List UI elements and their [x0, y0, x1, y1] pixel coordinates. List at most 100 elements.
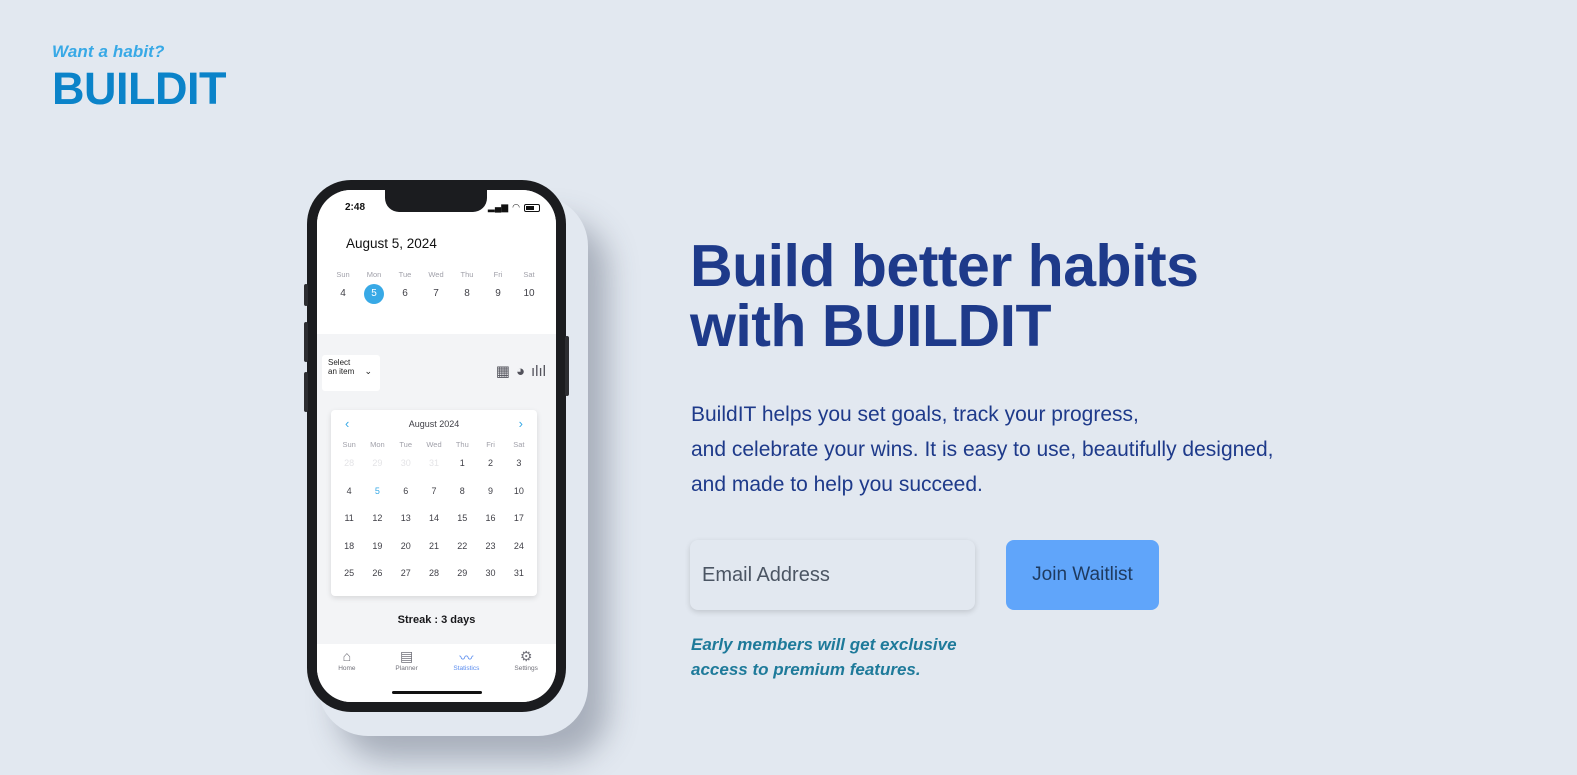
home-indicator	[392, 691, 482, 694]
gear-icon: ⚙	[519, 648, 533, 664]
note-line: Early members will get exclusive	[691, 635, 957, 654]
phone-mockup: August 5, 2024 Sun 4 Mon 5 Tue 6 Wed 7 Thu 8 Fri 9 S…	[304, 180, 569, 712]
calendar-day[interactable]: 23	[476, 537, 504, 565]
join-waitlist-button[interactable]: Join Waitlist	[1006, 540, 1159, 610]
month-calendar: ‹ August 2024 › Sun Mon Tue Wed Thu Fri Sat 28 2…	[331, 410, 537, 596]
week-day-name: Mon	[366, 270, 382, 279]
item-select[interactable]: Select an item ⌄	[322, 355, 380, 391]
week-day-name: Tue	[398, 270, 412, 279]
week-day-number: 4	[340, 288, 346, 299]
calendar-day[interactable]: 29	[363, 454, 391, 482]
signal-icon: ▂▄▆	[487, 202, 509, 212]
week-day-name: Sun	[336, 270, 350, 279]
calendar-day[interactable]: 7	[420, 482, 448, 510]
calendar-day[interactable]: 31	[420, 454, 448, 482]
calendar-day[interactable]: 27	[392, 564, 420, 592]
calendar-day[interactable]: 28	[335, 454, 363, 482]
calendar-grid: Sun Mon Tue Wed Thu Fri Sat 28 29 30 31 1 2 3 4 5 6 7 8 9 10…	[331, 440, 537, 592]
week-strip: Sun 4 Mon 5 Tue 6 Wed 7 Thu 8 Fri 9 Sat 10	[331, 270, 541, 304]
tab-label: Home	[338, 665, 356, 672]
status-icons: ▂▄▆ ◠	[488, 202, 540, 213]
calendar-day[interactable]: 2	[476, 454, 504, 482]
calendar-weekday: Thu	[455, 440, 469, 449]
tab-label: Planner	[395, 665, 418, 672]
hero-title: Build better habits with BUILDIT	[690, 233, 1199, 359]
hero-title-line: Build better habits	[690, 233, 1199, 299]
status-time: 2:48	[345, 202, 366, 213]
hero-desc-line: and celebrate your wins. It is easy to u…	[691, 438, 1274, 461]
date-title: August 5, 2024	[346, 236, 437, 251]
week-day-number: 5	[364, 284, 384, 304]
calendar-day[interactable]: 10	[505, 482, 533, 510]
calendar-day[interactable]: 4	[335, 482, 363, 510]
week-day[interactable]: Sun 4	[331, 270, 355, 304]
week-day[interactable]: Wed 7	[424, 270, 448, 304]
calendar-weekday: Tue	[399, 440, 413, 449]
battery-icon	[524, 203, 540, 212]
tab-label: Settings	[514, 665, 538, 672]
calendar-day[interactable]: 24	[505, 537, 533, 565]
week-day-number: 8	[464, 288, 470, 299]
calendar-day[interactable]: 12	[363, 509, 391, 537]
note-line: access to premium features.	[691, 660, 921, 679]
calendar-day[interactable]: 31	[505, 564, 533, 592]
hero-title-line: with BUILDIT	[690, 293, 1052, 359]
calendar-weekday: Fri	[486, 440, 495, 449]
calendar-day[interactable]: 30	[392, 454, 420, 482]
calendar-icon: ▤	[400, 648, 414, 664]
calendar-day[interactable]: 17	[505, 509, 533, 537]
week-day-name: Wed	[428, 270, 444, 279]
calendar-day[interactable]: 30	[476, 564, 504, 592]
calendar-day[interactable]: 25	[335, 564, 363, 592]
calendar-day[interactable]: 16	[476, 509, 504, 537]
calendar-day[interactable]: 1	[448, 454, 476, 482]
next-month-icon[interactable]: ›	[519, 416, 523, 431]
week-day-name: Thu	[460, 270, 474, 279]
calendar-day[interactable]: 8	[448, 482, 476, 510]
calendar-day[interactable]: 26	[363, 564, 391, 592]
calendar-day[interactable]: 19	[363, 537, 391, 565]
calendar-weekday: Sat	[513, 440, 525, 449]
calendar-day[interactable]: 20	[392, 537, 420, 565]
calendar-day[interactable]: 6	[392, 482, 420, 510]
calendar-day[interactable]: 18	[335, 537, 363, 565]
calendar-weekday: Wed	[426, 440, 442, 449]
calendar-day[interactable]: 11	[335, 509, 363, 537]
view-toggle: ▦ ◕ ılıl	[496, 362, 546, 381]
week-day-number: 9	[495, 288, 501, 299]
week-day-name: Fri	[493, 270, 503, 279]
calendar-day[interactable]: 9	[476, 482, 504, 510]
calendar-month: August 2024	[408, 419, 460, 429]
calendar-day[interactable]: 21	[420, 537, 448, 565]
calendar-day[interactable]: 15	[448, 509, 476, 537]
calendar-day[interactable]: 3	[505, 454, 533, 482]
week-day[interactable]: Sat 10	[517, 270, 541, 304]
calendar-day[interactable]: 13	[392, 509, 420, 537]
hero-desc-line: BuildIT helps you set goals, track your …	[691, 403, 1139, 426]
phone-screen: August 5, 2024 Sun 4 Mon 5 Tue 6 Wed 7 Thu 8 Fri 9 S…	[317, 190, 556, 702]
pie-chart-icon[interactable]: ◕	[516, 363, 525, 380]
calendar-day[interactable]: 29	[448, 564, 476, 592]
brand: Want a habit? BUILDIT	[52, 42, 226, 111]
tab-bar: ⌂ Home ▤ Planner 〰 Statistics ⚙ Settings	[317, 644, 556, 702]
hero-description: BuildIT helps you set goals, track your …	[691, 397, 1391, 502]
week-day[interactable]: Thu 8	[455, 270, 479, 304]
brand-tagline: Want a habit?	[52, 42, 165, 61]
chart-icon: 〰	[459, 650, 474, 666]
bar-chart-icon[interactable]: ılıl	[531, 363, 546, 380]
calendar-day[interactable]: 5	[363, 482, 391, 510]
email-input[interactable]	[690, 540, 975, 610]
calendar-day[interactable]: 22	[448, 537, 476, 565]
week-day[interactable]: Mon 5	[362, 270, 386, 304]
week-day-number: 6	[402, 288, 408, 299]
week-day[interactable]: Tue 6	[393, 270, 417, 304]
tab-home[interactable]: ⌂ Home	[322, 648, 372, 702]
calendar-day[interactable]: 14	[420, 509, 448, 537]
tab-settings[interactable]: ⚙ Settings	[501, 648, 551, 702]
calendar-view-icon[interactable]: ▦	[496, 362, 510, 380]
calendar-day[interactable]: 28	[420, 564, 448, 592]
calendar-weekday: Sun	[342, 440, 356, 449]
brand-logo[interactable]: BUILDIT	[52, 66, 226, 111]
calendar-weekday: Mon	[370, 440, 385, 449]
week-day[interactable]: Fri 9	[486, 270, 510, 304]
